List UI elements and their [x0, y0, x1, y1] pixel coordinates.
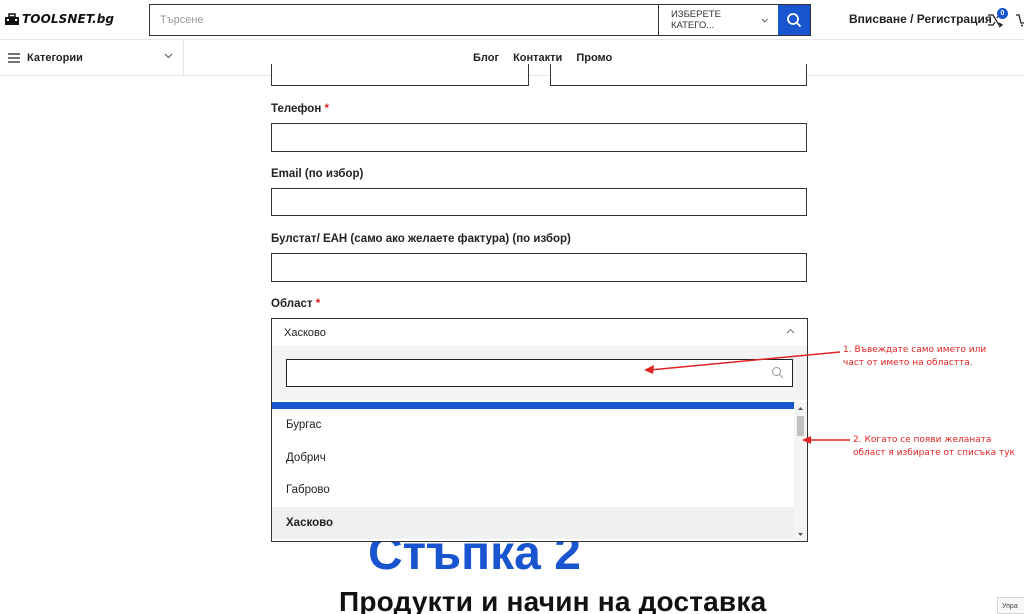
bulstat-label: Булстат/ ЕАН (само ако желаете фактура) …	[271, 233, 571, 245]
required-mark: *	[315, 298, 321, 310]
toolbox-icon	[5, 13, 19, 25]
search-icon	[772, 367, 784, 379]
scroll-up-arrow-icon[interactable]	[794, 404, 807, 412]
search-icon	[787, 13, 802, 28]
annotation-step-1: 1. Въвеждате само името или част от имет…	[843, 344, 986, 370]
region-select[interactable]: Хасково	[271, 318, 808, 347]
login-register-link[interactable]: Вписване / Регистрация	[849, 12, 992, 26]
annotation-step-2-line2: област я избирате от списъка тук	[853, 448, 1015, 458]
scroll-down-arrow-icon[interactable]	[794, 531, 807, 539]
annotation-step-1-line1: 1. Въвеждате само името или	[843, 345, 987, 355]
bulstat-field[interactable]	[271, 253, 807, 282]
option-gabrovo[interactable]: Габрово	[272, 474, 794, 507]
nav-links: Блог Контакти Промо	[473, 52, 612, 64]
required-mark: *	[324, 103, 329, 115]
logo-text: TOOLSNET.bg	[22, 12, 115, 26]
compare-count-badge: 0	[997, 8, 1008, 19]
cart-icon[interactable]	[1016, 11, 1024, 27]
phone-label: Телефон *	[271, 103, 329, 115]
option-dobrich[interactable]: Добрич	[272, 442, 794, 475]
email-field[interactable]	[271, 188, 807, 216]
site-header: TOOLSNET.bg ИЗБЕРЕТЕ КАТЕГО... Вписване …	[0, 0, 1024, 40]
search-input[interactable]	[150, 5, 658, 35]
region-select-value: Хасково	[284, 326, 326, 339]
annotation-step-1-line2: част от името на областта.	[843, 358, 973, 368]
option-burgas[interactable]: Бургас	[272, 409, 794, 442]
categories-label: Категории	[27, 52, 83, 64]
email-label: Email (по избор)	[271, 168, 364, 180]
phone-label-text: Телефон	[271, 103, 322, 115]
nav-link-blog[interactable]: Блог	[473, 52, 499, 64]
phone-field[interactable]	[271, 123, 807, 152]
region-dropdown: Бургас Добрич Габрово Хасково	[271, 346, 808, 542]
recaptcha-badge[interactable]: Упра	[997, 597, 1024, 614]
chevron-up-icon	[786, 328, 795, 334]
region-label-text: Област	[271, 298, 313, 310]
option-haskovo[interactable]: Хасково	[272, 506, 794, 539]
categories-menu-button[interactable]: Категории	[0, 40, 184, 76]
nav-link-promo[interactable]: Промо	[576, 52, 612, 64]
nav-link-contacts[interactable]: Контакти	[513, 52, 562, 64]
dropdown-search-area	[272, 346, 807, 400]
dropdown-search-input[interactable]	[286, 359, 793, 387]
scrollbar-thumb[interactable]	[797, 416, 804, 436]
search-bar: ИЗБЕРЕТЕ КАТЕГО...	[149, 4, 811, 36]
site-logo[interactable]: TOOLSNET.bg	[4, 12, 114, 26]
dropdown-scrollbar[interactable]	[794, 402, 807, 541]
last-name-field[interactable]	[550, 64, 807, 86]
category-select-label: ИЗБЕРЕТЕ КАТЕГО...	[671, 9, 721, 31]
region-label: Област *	[271, 298, 320, 310]
section-heading: Продукти и начин на доставка	[339, 586, 767, 614]
annotation-step-2: 2. Когато се появи желаната област я изб…	[853, 434, 1015, 460]
hamburger-icon	[8, 53, 20, 63]
highlighted-option-strip[interactable]	[272, 402, 794, 409]
chevron-down-icon	[761, 18, 768, 23]
category-select[interactable]: ИЗБЕРЕТЕ КАТЕГО...	[658, 5, 778, 35]
region-options-list: Бургас Добрич Габрово Хасково	[272, 409, 794, 539]
search-button[interactable]	[778, 5, 810, 35]
chevron-down-icon	[164, 53, 173, 59]
annotation-step-2-line1: 2. Когато се появи желаната	[853, 435, 992, 445]
first-name-field[interactable]	[271, 64, 529, 86]
